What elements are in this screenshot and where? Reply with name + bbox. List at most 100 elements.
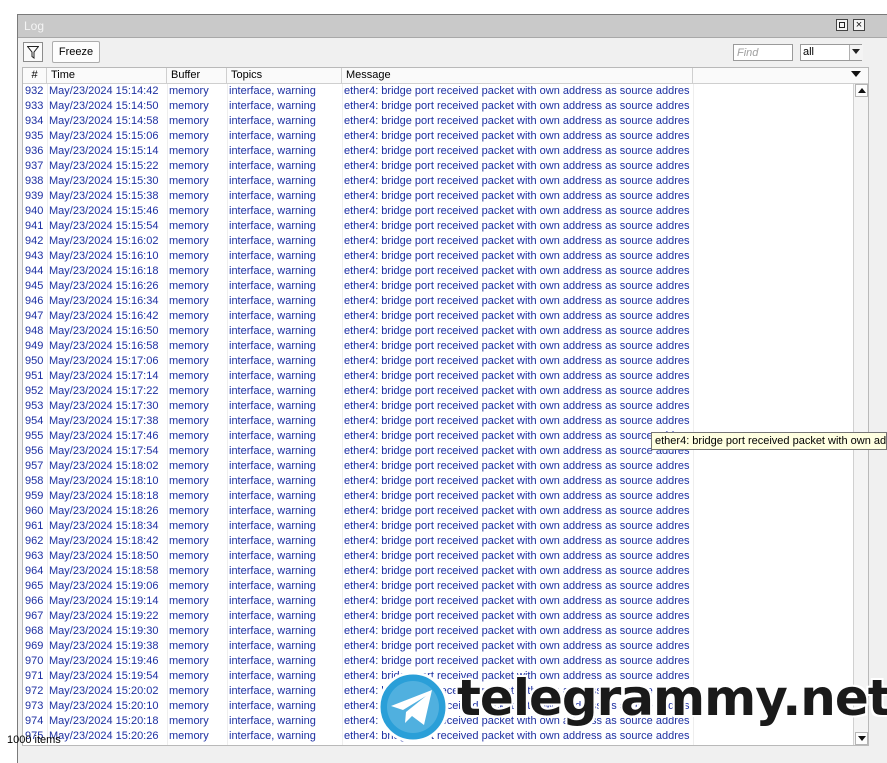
cell-time: May/23/2024 15:16:26 [49, 280, 159, 292]
table-row[interactable]: 940 May/23/2024 15:15:46 memory interface, … [23, 204, 853, 219]
table-row[interactable]: 938 May/23/2024 15:15:30 memory interface, … [23, 174, 853, 189]
cell-num: 936 [25, 145, 44, 157]
cell-time: May/23/2024 15:15:38 [49, 190, 159, 202]
cell-time: May/23/2024 15:16:58 [49, 340, 159, 352]
cell-topics: interface, warning [229, 475, 316, 487]
table-row[interactable]: 970 May/23/2024 15:19:46 memory interface, … [23, 654, 853, 669]
column-header-time[interactable]: Time [47, 68, 167, 83]
cell-topics: interface, warning [229, 445, 316, 457]
table-row[interactable]: 963 May/23/2024 15:18:50 memory interface, … [23, 549, 853, 564]
table-row[interactable]: 962 May/23/2024 15:18:42 memory interface, … [23, 534, 853, 549]
restore-icon[interactable] [836, 19, 848, 31]
table-row[interactable]: 969 May/23/2024 15:19:38 memory interface, … [23, 639, 853, 654]
cell-num: 964 [25, 565, 44, 577]
table-row[interactable]: 959 May/23/2024 15:18:18 memory interface, … [23, 489, 853, 504]
cell-num: 942 [25, 235, 44, 247]
freeze-button[interactable]: Freeze [52, 41, 100, 63]
column-header-topics[interactable]: Topics [227, 68, 342, 83]
cell-topics: interface, warning [229, 235, 316, 247]
cell-topics: interface, warning [229, 130, 316, 142]
cell-message: ether4: bridge port received packet with… [344, 235, 690, 247]
cell-buffer: memory [169, 640, 209, 652]
table-row[interactable]: 934 May/23/2024 15:14:58 memory interface, … [23, 114, 853, 129]
cell-buffer: memory [169, 115, 209, 127]
cell-num: 937 [25, 160, 44, 172]
cell-time: May/23/2024 15:20:02 [49, 685, 159, 697]
cell-topics: interface, warning [229, 160, 316, 172]
column-menu-icon[interactable] [851, 71, 861, 79]
cell-topics: interface, warning [229, 400, 316, 412]
cell-message: ether4: bridge port received packet with… [344, 505, 690, 517]
cell-num: 966 [25, 595, 44, 607]
table-row[interactable]: 954 May/23/2024 15:17:38 memory interface, … [23, 414, 853, 429]
table-row[interactable]: 965 May/23/2024 15:19:06 memory interface, … [23, 579, 853, 594]
table-row[interactable]: 943 May/23/2024 15:16:10 memory interface, … [23, 249, 853, 264]
table-row[interactable]: 964 May/23/2024 15:18:58 memory interface, … [23, 564, 853, 579]
table-row[interactable]: 952 May/23/2024 15:17:22 memory interface, … [23, 384, 853, 399]
cell-topics: interface, warning [229, 190, 316, 202]
cell-buffer: memory [169, 445, 209, 457]
table-row[interactable]: 936 May/23/2024 15:15:14 memory interface, … [23, 144, 853, 159]
log-table: # Time Buffer Topics Message 932 May/23/2… [22, 67, 869, 746]
table-row[interactable]: 966 May/23/2024 15:19:14 memory interface, … [23, 594, 853, 609]
cell-buffer: memory [169, 220, 209, 232]
table-row[interactable]: 939 May/23/2024 15:15:38 memory interface, … [23, 189, 853, 204]
cell-time: May/23/2024 15:19:54 [49, 670, 159, 682]
table-row[interactable]: 960 May/23/2024 15:18:26 memory interface, … [23, 504, 853, 519]
table-row[interactable]: 949 May/23/2024 15:16:58 memory interface, … [23, 339, 853, 354]
cell-message: ether4: bridge port received packet with… [344, 400, 690, 412]
cell-message: ether4: bridge port received packet with… [344, 565, 690, 577]
table-row[interactable]: 937 May/23/2024 15:15:22 memory interface, … [23, 159, 853, 174]
cell-message: ether4: bridge port received packet with… [344, 415, 690, 427]
title-bar[interactable]: Log × [18, 15, 887, 38]
table-row[interactable]: 942 May/23/2024 15:16:02 memory interface, … [23, 234, 853, 249]
cell-message: ether4: bridge port received packet with… [344, 295, 690, 307]
vertical-scrollbar[interactable] [853, 84, 868, 745]
cell-buffer: memory [169, 205, 209, 217]
cell-buffer: memory [169, 655, 209, 667]
table-row[interactable]: 935 May/23/2024 15:15:06 memory interface, … [23, 129, 853, 144]
table-row[interactable]: 951 May/23/2024 15:17:14 memory interface, … [23, 369, 853, 384]
topic-filter-select[interactable]: all [800, 44, 863, 61]
table-row[interactable]: 957 May/23/2024 15:18:02 memory interface, … [23, 459, 853, 474]
filter-button[interactable] [23, 42, 43, 62]
table-row[interactable]: 953 May/23/2024 15:17:30 memory interface, … [23, 399, 853, 414]
cell-num: 970 [25, 655, 44, 667]
scroll-up-icon[interactable] [855, 84, 868, 97]
table-row[interactable]: 950 May/23/2024 15:17:06 memory interface, … [23, 354, 853, 369]
table-row[interactable]: 944 May/23/2024 15:16:18 memory interface, … [23, 264, 853, 279]
table-row[interactable]: 933 May/23/2024 15:14:50 memory interface, … [23, 99, 853, 114]
cell-buffer: memory [169, 505, 209, 517]
cell-time: May/23/2024 15:19:22 [49, 610, 159, 622]
cell-message: ether4: bridge port received packet with… [344, 580, 690, 592]
cell-time: May/23/2024 15:19:38 [49, 640, 159, 652]
column-header-message[interactable]: Message [342, 68, 693, 83]
cell-topics: interface, warning [229, 670, 316, 682]
table-row[interactable]: 948 May/23/2024 15:16:50 memory interface, … [23, 324, 853, 339]
table-row[interactable]: 947 May/23/2024 15:16:42 memory interface, … [23, 309, 853, 324]
cell-time: May/23/2024 15:18:02 [49, 460, 159, 472]
table-row[interactable]: 941 May/23/2024 15:15:54 memory interface, … [23, 219, 853, 234]
cell-time: May/23/2024 15:17:06 [49, 355, 159, 367]
table-row[interactable]: 961 May/23/2024 15:18:34 memory interface, … [23, 519, 853, 534]
column-header-buffer[interactable]: Buffer [167, 68, 227, 83]
table-row[interactable]: 968 May/23/2024 15:19:30 memory interface, … [23, 624, 853, 639]
cell-topics: interface, warning [229, 460, 316, 472]
cell-num: 974 [25, 715, 44, 727]
cell-time: May/23/2024 15:15:46 [49, 205, 159, 217]
cell-message: ether4: bridge port received packet with… [344, 535, 690, 547]
table-row[interactable]: 958 May/23/2024 15:18:10 memory interface, … [23, 474, 853, 489]
cell-num: 972 [25, 685, 44, 697]
table-row[interactable]: 946 May/23/2024 15:16:34 memory interface, … [23, 294, 853, 309]
cell-time: May/23/2024 15:20:10 [49, 700, 159, 712]
dropdown-arrow-icon[interactable] [849, 45, 863, 60]
find-input[interactable] [733, 44, 793, 61]
table-row[interactable]: 945 May/23/2024 15:16:26 memory interface, … [23, 279, 853, 294]
table-row[interactable]: 932 May/23/2024 15:14:42 memory interface, … [23, 84, 853, 99]
cell-num: 951 [25, 370, 44, 382]
cell-message: ether4: bridge port received packet with… [344, 520, 690, 532]
cell-buffer: memory [169, 130, 209, 142]
column-header-num[interactable]: # [23, 68, 47, 83]
table-row[interactable]: 967 May/23/2024 15:19:22 memory interface, … [23, 609, 853, 624]
close-icon[interactable]: × [853, 19, 865, 31]
